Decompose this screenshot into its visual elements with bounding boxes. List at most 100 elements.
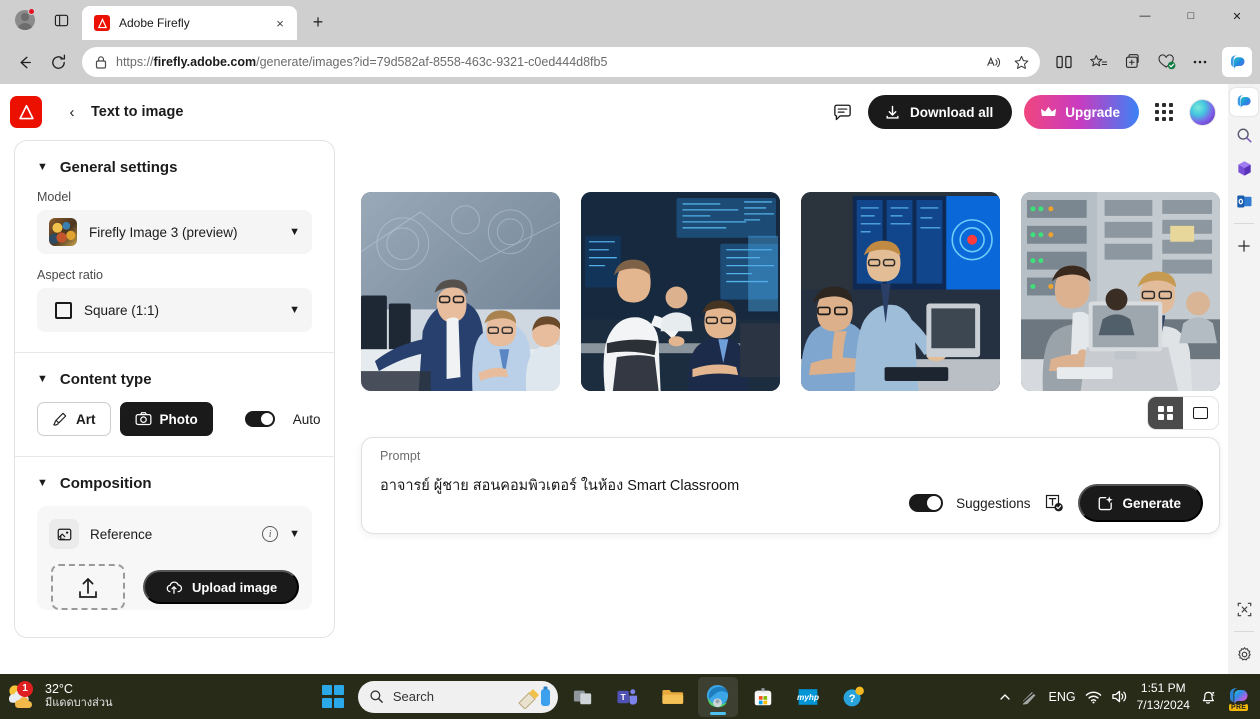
- minimize-button[interactable]: —: [1122, 0, 1168, 32]
- single-view-icon: [1193, 407, 1208, 419]
- edge-button[interactable]: [697, 676, 738, 717]
- tab-close-icon[interactable]: ×: [271, 14, 289, 32]
- windows-logo-icon: [321, 685, 345, 708]
- split-screen-button[interactable]: [1048, 46, 1080, 78]
- tray-volume-button[interactable]: [1111, 689, 1128, 704]
- settings-more-button[interactable]: [1184, 46, 1216, 78]
- sidebar-copilot-button[interactable]: [1230, 88, 1258, 116]
- favorites-button[interactable]: [1082, 46, 1114, 78]
- collections-button[interactable]: [1116, 46, 1148, 78]
- window-controls: — □ ✕: [1122, 0, 1260, 32]
- suggestions-label: Suggestions: [956, 495, 1031, 511]
- copilot-tray-button[interactable]: PRE: [1226, 684, 1252, 711]
- generated-image-1[interactable]: [361, 192, 560, 391]
- copilot-icon: [1237, 95, 1251, 109]
- download-all-button[interactable]: Download all: [867, 95, 1013, 129]
- content-type-auto-toggle[interactable]: [244, 411, 275, 427]
- browser-tab[interactable]: Adobe Firefly ×: [82, 6, 297, 40]
- reference-header[interactable]: Reference i ▼: [49, 516, 300, 552]
- read-aloud-icon: [986, 56, 1000, 67]
- upgrade-button[interactable]: Upgrade: [1024, 95, 1139, 129]
- tray-language[interactable]: ENG: [1048, 690, 1075, 704]
- model-select[interactable]: Firefly Image 3 (preview) ▼: [37, 210, 312, 254]
- sidebar-search-button[interactable]: [1230, 121, 1258, 149]
- reference-image-icon: [49, 519, 79, 549]
- task-view-button[interactable]: [563, 677, 603, 717]
- help-button[interactable]: ?: [833, 677, 873, 717]
- feedback-button[interactable]: [830, 99, 856, 125]
- file-explorer-button[interactable]: [653, 677, 693, 717]
- split-screen-icon: [1056, 55, 1072, 69]
- generated-image-2[interactable]: [581, 192, 780, 391]
- text-effects-button[interactable]: [1043, 492, 1065, 514]
- lock-icon: [95, 55, 107, 69]
- back-icon: [20, 56, 31, 68]
- sidebar-screenshot-button[interactable]: [1230, 595, 1258, 623]
- back-button[interactable]: [8, 46, 40, 78]
- search-icon: [1237, 128, 1252, 143]
- address-bar[interactable]: https://firefly.adobe.com/generate/image…: [82, 47, 1040, 77]
- tray-date: 7/13/2024: [1136, 697, 1190, 712]
- content-type-section: ▼ Content type Art Photo Auto: [15, 352, 334, 456]
- generate-button[interactable]: Generate: [1078, 484, 1203, 522]
- profile-notification-dot: [28, 8, 35, 15]
- content-type-art-button[interactable]: Art: [37, 402, 111, 436]
- generated-image-3[interactable]: [801, 192, 1000, 391]
- back-navigation-button[interactable]: ‹: [64, 104, 80, 121]
- new-tab-button[interactable]: +: [304, 8, 332, 36]
- read-aloud-button[interactable]: [980, 49, 1006, 75]
- sidebar-add-button[interactable]: [1230, 232, 1258, 260]
- model-thumbnail-icon: [49, 218, 77, 246]
- sidebar-microsoft365-button[interactable]: [1230, 154, 1258, 182]
- grid-view-button[interactable]: [1148, 397, 1183, 429]
- copilot-toolbar-button[interactable]: [1222, 47, 1252, 77]
- drop-zone[interactable]: [51, 564, 125, 610]
- task-view-icon: [573, 690, 592, 704]
- sidebar-settings-button[interactable]: [1230, 640, 1258, 668]
- microsoft-store-button[interactable]: [743, 677, 783, 717]
- close-window-button[interactable]: ✕: [1214, 0, 1260, 32]
- chevron-down-icon[interactable]: ▼: [289, 528, 300, 540]
- content-type-photo-button[interactable]: Photo: [119, 402, 213, 436]
- generated-image-4[interactable]: [1021, 192, 1220, 391]
- aspect-ratio-select[interactable]: Square (1:1) ▼: [37, 288, 312, 332]
- avatar[interactable]: [1189, 98, 1216, 126]
- tray-pen-button[interactable]: [1021, 689, 1039, 705]
- sidebar-outlook-button[interactable]: [1230, 187, 1258, 215]
- tab-actions-button[interactable]: [46, 5, 76, 35]
- generate-sparkle-icon: [1099, 495, 1114, 510]
- copilot-pre-badge: PRE: [1228, 703, 1249, 711]
- taskbar-center: Search T myhp ?: [313, 676, 873, 717]
- tray-wifi-button[interactable]: [1085, 690, 1102, 704]
- apps-grid-icon[interactable]: [1151, 99, 1177, 125]
- sidebar-divider: [1234, 223, 1254, 224]
- add-favorite-button[interactable]: [1008, 49, 1034, 75]
- general-settings-header[interactable]: ▼ General settings: [37, 159, 312, 176]
- url-text: https://firefly.adobe.com/generate/image…: [116, 55, 972, 69]
- refresh-button[interactable]: [42, 46, 74, 78]
- weather-widget[interactable]: 1 32°C มีแดดบางส่วน: [0, 680, 250, 712]
- suggestions-toggle[interactable]: [909, 494, 944, 512]
- taskbar-search[interactable]: Search: [357, 680, 558, 713]
- microsoft-store-icon: [754, 687, 772, 705]
- browser-essentials-button[interactable]: [1150, 46, 1182, 78]
- start-button[interactable]: [313, 677, 353, 717]
- single-view-button[interactable]: [1183, 397, 1218, 429]
- weather-description: มีแดดบางส่วน: [45, 697, 113, 710]
- results-grid: [361, 140, 1220, 391]
- info-icon[interactable]: i: [262, 526, 279, 542]
- svg-text:?: ?: [849, 693, 856, 705]
- adobe-logo-icon[interactable]: [10, 96, 42, 128]
- profile-button[interactable]: [8, 3, 42, 37]
- notifications-button[interactable]: z: [1199, 688, 1217, 706]
- maximize-button[interactable]: □: [1168, 0, 1214, 32]
- upload-image-button[interactable]: Upload image: [143, 570, 300, 604]
- edge-icon: [707, 684, 729, 708]
- myhp-button[interactable]: myhp: [788, 677, 828, 717]
- teams-button[interactable]: T: [608, 677, 648, 717]
- tray-expand-button[interactable]: [998, 690, 1012, 704]
- tray-clock[interactable]: 1:51 PM 7/13/2024: [1137, 680, 1190, 712]
- composition-header[interactable]: ▼ Composition: [37, 475, 312, 492]
- model-label: Model: [37, 190, 72, 204]
- content-type-header[interactable]: ▼ Content type: [37, 371, 312, 388]
